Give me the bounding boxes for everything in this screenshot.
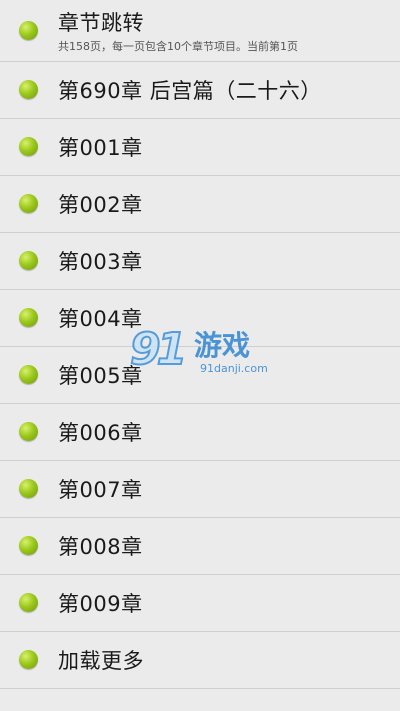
list-item-chapter-004[interactable]: 第004章 — [0, 290, 400, 347]
chapter-label: 第002章 — [58, 193, 143, 217]
chapter-label: 第005章 — [58, 364, 143, 388]
green-dot-icon — [19, 251, 38, 270]
list-item-chapter-001[interactable]: 第001章 — [0, 119, 400, 176]
green-dot-icon — [19, 308, 38, 327]
list-item-chapter-002[interactable]: 第002章 — [0, 176, 400, 233]
load-more-item[interactable]: 加载更多 — [0, 632, 400, 689]
green-dot-icon — [19, 80, 38, 99]
chapter-label: 第001章 — [58, 136, 143, 160]
chapter-jump-title: 章节跳转 — [58, 11, 144, 35]
chapter-label: 第008章 — [58, 535, 143, 559]
green-dot-icon — [19, 194, 38, 213]
green-dot-icon — [19, 650, 38, 669]
chapter-label: 第007章 — [58, 478, 143, 502]
list-item-chapter-003[interactable]: 第003章 — [0, 233, 400, 290]
chapter-list: 章节跳转 共158页，每一页包含10个章节项目。当前第1页 第690章 后宫篇（… — [0, 0, 400, 689]
chapter-label: 第003章 — [58, 250, 143, 274]
list-item-chapter-007[interactable]: 第007章 — [0, 461, 400, 518]
chapter-jump-item[interactable]: 章节跳转 共158页，每一页包含10个章节项目。当前第1页 — [0, 0, 400, 62]
load-more-label: 加载更多 — [58, 649, 144, 673]
green-dot-icon — [19, 536, 38, 555]
green-dot-icon — [19, 479, 38, 498]
chapter-label: 第006章 — [58, 421, 143, 445]
list-item-chapter-009[interactable]: 第009章 — [0, 575, 400, 632]
list-item-chapter-008[interactable]: 第008章 — [0, 518, 400, 575]
green-dot-icon — [19, 365, 38, 384]
chapter-label: 第690章 后宫篇（二十六） — [58, 79, 322, 103]
green-dot-icon — [19, 21, 38, 40]
list-item-chapter-005[interactable]: 第005章 — [0, 347, 400, 404]
green-dot-icon — [19, 593, 38, 612]
list-item-chapter-006[interactable]: 第006章 — [0, 404, 400, 461]
chapter-label: 第004章 — [58, 307, 143, 331]
green-dot-icon — [19, 137, 38, 156]
page-info-text: 共158页，每一页包含10个章节项目。当前第1页 — [58, 40, 298, 53]
list-item-chapter-690[interactable]: 第690章 后宫篇（二十六） — [0, 62, 400, 119]
chapter-label: 第009章 — [58, 592, 143, 616]
green-dot-icon — [19, 422, 38, 441]
